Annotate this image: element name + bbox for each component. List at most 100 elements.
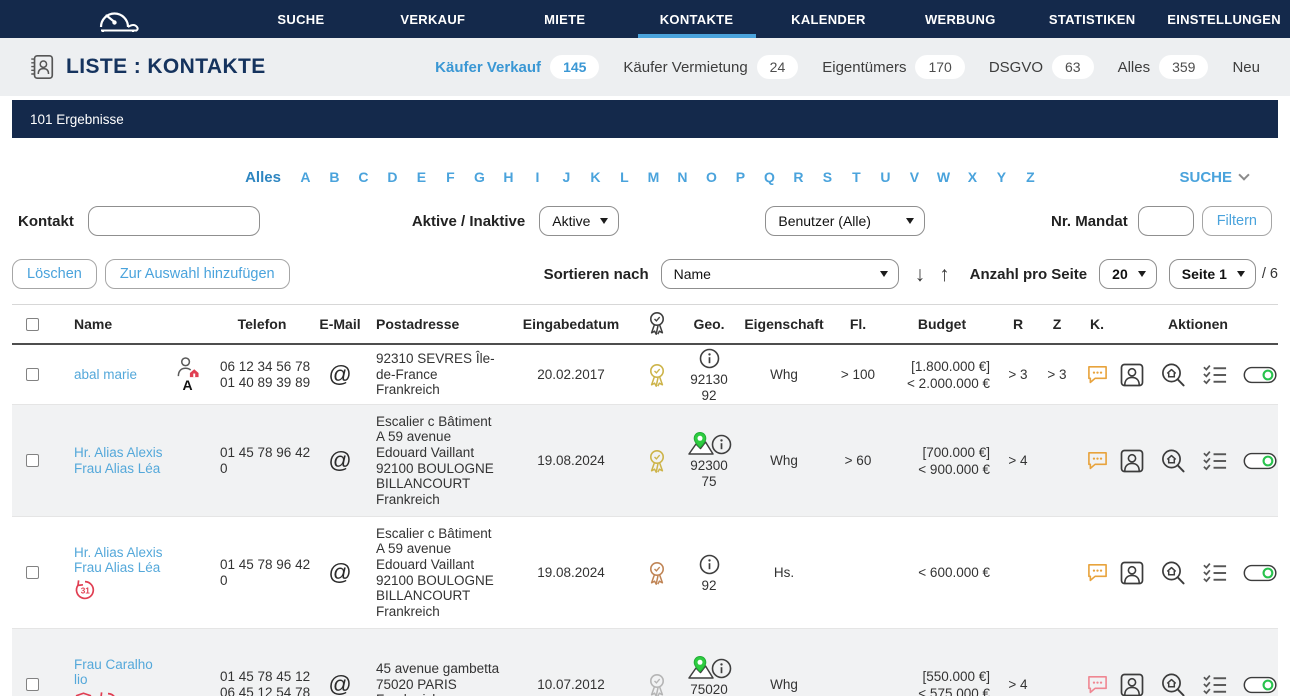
alphabet-letter[interactable]: A	[291, 169, 320, 185]
filter-button[interactable]: Filtern	[1202, 206, 1272, 236]
filter-chip[interactable]: DSGVO 63	[989, 55, 1094, 79]
active-toggle[interactable]	[1243, 562, 1278, 584]
page-select[interactable]: Seite 1	[1169, 259, 1256, 289]
col-r[interactable]: R	[998, 316, 1038, 332]
col-medal-icon[interactable]	[634, 310, 680, 339]
select-all-checkbox[interactable]	[26, 318, 39, 331]
nav-item-kontakte[interactable]: KONTAKTE	[631, 0, 763, 38]
sort-ascending-button[interactable]: ↑	[939, 264, 950, 285]
col-email[interactable]: E-Mail	[312, 316, 368, 332]
property-search-button[interactable]	[1160, 672, 1186, 696]
contact-name-link[interactable]: Hr. Alias Alexis Frau Alias Léa	[74, 445, 208, 476]
contact-name-link[interactable]: Frau Caralholio	[74, 657, 208, 688]
nav-item-suche[interactable]: SUCHE	[235, 0, 367, 38]
criteria-list-button[interactable]	[1201, 449, 1228, 473]
contact-card-button[interactable]	[1119, 362, 1145, 388]
alphabet-letter[interactable]: Z	[1016, 169, 1045, 185]
col-aktionen[interactable]: Aktionen	[1118, 316, 1278, 332]
per-page-select[interactable]: 20	[1099, 259, 1157, 289]
alphabet-letter[interactable]: J	[552, 169, 581, 185]
col-fl[interactable]: Fl.	[830, 316, 886, 332]
contact-name-link[interactable]: abal marie	[74, 367, 171, 383]
alphabet-letter[interactable]: N	[668, 169, 697, 185]
nav-item-werbung[interactable]: WERBUNG	[894, 0, 1026, 38]
nav-item-miete[interactable]: MIETE	[499, 0, 631, 38]
alphabet-letter[interactable]: T	[842, 169, 871, 185]
sort-descending-button[interactable]: ↓	[915, 264, 926, 285]
comment-bubble-icon[interactable]	[1086, 450, 1109, 471]
alphabet-all[interactable]: Alles	[245, 169, 281, 186]
alphabet-letter[interactable]: B	[320, 169, 349, 185]
comment-bubble-icon[interactable]	[1086, 364, 1109, 385]
geo-cell[interactable]: 9230075	[680, 432, 738, 490]
contact-card-button[interactable]	[1119, 560, 1145, 586]
alphabet-letter[interactable]: C	[349, 169, 378, 185]
alphabet-letter[interactable]: E	[407, 169, 436, 185]
col-name[interactable]: Name	[52, 316, 212, 332]
alphabet-letter[interactable]: O	[697, 169, 726, 185]
alphabet-letter[interactable]: I	[523, 169, 552, 185]
active-toggle[interactable]	[1243, 450, 1278, 472]
col-budget[interactable]: Budget	[886, 316, 998, 332]
mandat-input[interactable]	[1138, 206, 1194, 236]
filter-chip[interactable]: Neu	[1232, 59, 1260, 76]
alphabet-letter[interactable]: K	[581, 169, 610, 185]
row-checkbox[interactable]	[26, 678, 39, 691]
row-checkbox[interactable]	[26, 368, 39, 381]
alphabet-letter[interactable]: W	[929, 169, 958, 185]
col-z[interactable]: Z	[1038, 316, 1076, 332]
email-icon[interactable]: @	[328, 559, 351, 585]
alphabet-letter[interactable]: V	[900, 169, 929, 185]
property-search-button[interactable]	[1160, 362, 1186, 388]
col-eigenschaft[interactable]: Eigenschaft	[738, 316, 830, 332]
email-icon[interactable]: @	[328, 361, 351, 387]
alphabet-letter[interactable]: H	[494, 169, 523, 185]
active-toggle[interactable]	[1243, 674, 1278, 696]
alphabet-letter[interactable]: U	[871, 169, 900, 185]
email-icon[interactable]: @	[328, 671, 351, 696]
alphabet-letter[interactable]: R	[784, 169, 813, 185]
filter-chip[interactable]: Käufer Verkauf 145	[435, 55, 599, 79]
contact-card-button[interactable]	[1119, 672, 1145, 696]
col-telefon[interactable]: Telefon	[212, 316, 312, 332]
criteria-list-button[interactable]	[1201, 363, 1228, 387]
nav-item-kalender[interactable]: KALENDER	[763, 0, 895, 38]
col-postadresse[interactable]: Postadresse	[368, 316, 508, 332]
alphabet-letter[interactable]: Y	[987, 169, 1016, 185]
comment-bubble-icon[interactable]	[1086, 674, 1109, 695]
aktive-select[interactable]: Aktive	[539, 206, 619, 236]
col-k[interactable]: K.	[1076, 316, 1118, 332]
search-toggle[interactable]: SUCHE	[1179, 169, 1248, 186]
nav-item-verkauf[interactable]: VERKAUF	[367, 0, 499, 38]
criteria-list-button[interactable]	[1201, 673, 1228, 696]
property-search-button[interactable]	[1160, 448, 1186, 474]
benutzer-select[interactable]: Benutzer (Alle)	[765, 206, 925, 236]
filter-chip[interactable]: Eigentümers 170	[822, 55, 965, 79]
comment-bubble-icon[interactable]	[1086, 562, 1109, 583]
alphabet-letter[interactable]: F	[436, 169, 465, 185]
email-icon[interactable]: @	[328, 447, 351, 473]
filter-chip[interactable]: Alles 359	[1118, 55, 1209, 79]
criteria-list-button[interactable]	[1201, 561, 1228, 585]
geo-cell[interactable]: 9213092	[680, 346, 738, 404]
kontakt-input[interactable]	[88, 206, 260, 236]
alphabet-letter[interactable]: S	[813, 169, 842, 185]
delete-button[interactable]: Löschen	[12, 259, 97, 289]
alphabet-letter[interactable]: L	[610, 169, 639, 185]
row-checkbox[interactable]	[26, 566, 39, 579]
alphabet-letter[interactable]: M	[639, 169, 668, 185]
add-to-selection-button[interactable]: Zur Auswahl hinzufügen	[105, 259, 290, 289]
alphabet-letter[interactable]: X	[958, 169, 987, 185]
property-search-button[interactable]	[1160, 560, 1186, 586]
sort-select[interactable]: Name	[661, 259, 899, 289]
contact-name-link[interactable]: Hr. Alias Alexis Frau Alias Léa	[74, 545, 208, 576]
alphabet-letter[interactable]: D	[378, 169, 407, 185]
col-geo[interactable]: Geo.	[680, 316, 738, 332]
geo-cell[interactable]: 7502075012	[680, 656, 738, 696]
alphabet-letter[interactable]: G	[465, 169, 494, 185]
app-logo[interactable]	[0, 0, 235, 38]
nav-item-einstellungen[interactable]: EINSTELLUNGEN	[1158, 0, 1290, 38]
filter-chip[interactable]: Käufer Vermietung 24	[623, 55, 798, 79]
geo-cell[interactable]: 92	[680, 552, 738, 594]
active-toggle[interactable]	[1243, 364, 1278, 386]
